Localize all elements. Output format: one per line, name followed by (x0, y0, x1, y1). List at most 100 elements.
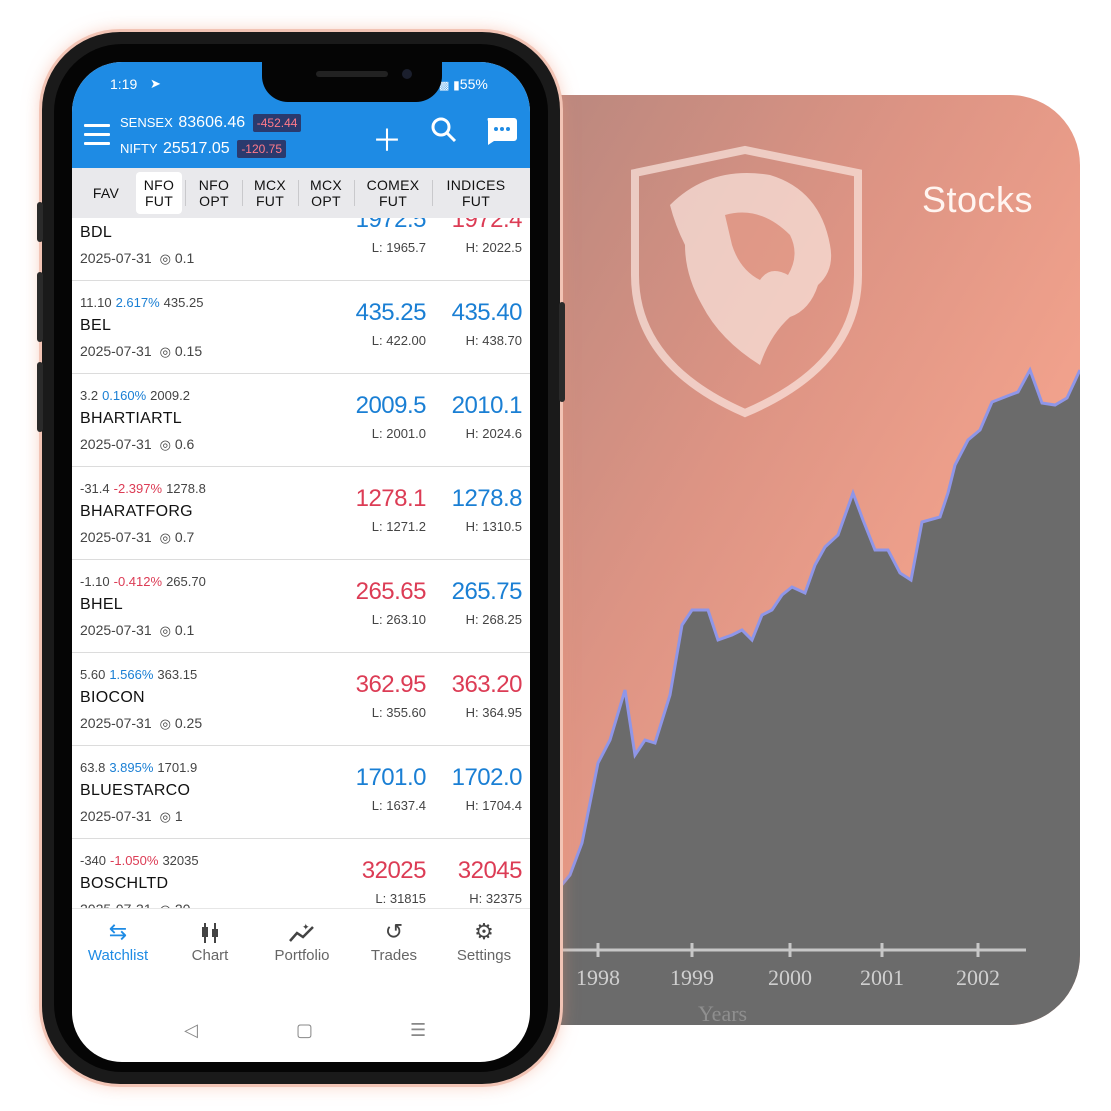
watchlist-row[interactable]: 5.60 1.566% 363.15 BIOCON 2025-07-31 ◎ 0.25 36… (72, 653, 530, 746)
row-bid-price: 1701.0 (355, 764, 427, 791)
row-lot: 0.25 (174, 715, 203, 731)
lion-shield-logo (631, 145, 862, 418)
row-high: H: 2022.5 (465, 240, 522, 255)
year-tick-label: 1999 (670, 965, 714, 990)
row-expiry-line: 2025-07-31 ◎ 0.15 (80, 343, 202, 360)
lot-size-icon: ◎ (159, 716, 171, 731)
row-high: H: 438.70 (465, 333, 522, 348)
tab-mcx-opt[interactable]: MCX OPT (300, 172, 352, 214)
phone-screen: 1:19 ➤ ▲▩ ▮55% SENSEX 83606.46 -452.44 N… (72, 62, 530, 1062)
search-icon[interactable] (430, 116, 458, 152)
nav-chart[interactable]: Chart (164, 917, 256, 964)
row-symbol: BHARATFORG (80, 503, 193, 520)
tab-nfo-opt[interactable]: NFO OPT (188, 172, 240, 214)
tab-fav[interactable]: FAV (78, 172, 134, 214)
row-bid-price: 32025 (361, 857, 427, 884)
row-expiry: 2025-07-31 (80, 715, 152, 731)
sensex-value: 83606.46 (178, 114, 246, 131)
row-prev-close: 32035 (162, 853, 199, 868)
phone-notch (262, 62, 442, 102)
nav-trades[interactable]: ↺ Trades (348, 917, 440, 964)
promo-area-chart: 1998 1999 2000 2001 2002 (558, 145, 1080, 1025)
row-percent: 2.617% (115, 295, 160, 310)
row-symbol: BLUESTARCO (80, 782, 191, 799)
nav-portfolio[interactable]: ✦ Portfolio (256, 917, 348, 964)
row-high: H: 268.25 (465, 612, 522, 627)
row-percent: -0.412% (113, 574, 163, 589)
row-change-line: -31.4 -2.397% 1278.8 (80, 481, 206, 496)
nav-settings[interactable]: ⚙ Settings (438, 917, 530, 964)
row-lot: 0.1 (174, 622, 195, 638)
row-change: -31.4 (80, 481, 110, 496)
nifty-label: NIFTY (120, 141, 158, 156)
row-change-line: 63.8 3.895% 1701.9 (80, 760, 197, 775)
back-icon[interactable]: ◁ (184, 1020, 198, 1041)
row-low: L: 422.00 (371, 333, 426, 348)
row-change: 11.10 (80, 295, 112, 310)
lot-size-icon: ◎ (159, 251, 171, 266)
year-tick-label: 1998 (576, 965, 620, 990)
tab-mcx-fut[interactable]: MCX FUT (244, 172, 296, 214)
row-expiry: 2025-07-31 (80, 250, 152, 266)
lot-size-icon: ◎ (159, 437, 171, 452)
row-ask-price: 2010.1 (451, 392, 523, 419)
watchlist-row[interactable]: -340-1.050%32035 BOSCHLTD 2025-07-31◎ 20 32… (72, 839, 530, 908)
row-expiry: 2025-07-31 (80, 436, 152, 452)
nifty-ticker[interactable]: NIFTY 25517.05 -120.75 (120, 140, 287, 158)
row-symbol: BOSCHLTD (80, 875, 169, 892)
row-prev-close: 2009.2 (150, 388, 190, 403)
system-navigation: ◁ ▢ ☰ (72, 1012, 530, 1052)
volume-down-button (37, 362, 43, 432)
watchlist-row[interactable]: 63.8 3.895% 1701.9 BLUESTARCO 2025-07-31 ◎ 1 1… (72, 746, 530, 839)
watchlist-row[interactable]: -31.4 -2.397% 1278.8 BHARATFORG 2025-07-31 ◎ … (72, 467, 530, 560)
home-icon[interactable]: ▢ (296, 1020, 313, 1041)
tab-comex-fut[interactable]: COMEX FUT (356, 172, 430, 214)
row-change-line: -340 -1.050% 32035 (80, 853, 199, 868)
recents-icon[interactable]: ☰ (410, 1020, 426, 1041)
tab-indices-fut[interactable]: INDICES FUT (434, 172, 518, 214)
swap-arrows-icon: ⇆ (108, 919, 128, 944)
svg-text:✦: ✦ (302, 922, 310, 932)
row-expiry-line: 2025-07-31 ◎ 0.1 (80, 250, 194, 267)
row-expiry: 2025-07-31 (80, 622, 152, 638)
row-lot: 20 (175, 901, 191, 908)
row-low: L: 2001.0 (371, 426, 426, 441)
row-high: H: 1310.5 (465, 519, 522, 534)
row-lot: 1 (174, 808, 183, 824)
row-ask-price: 32045 (457, 857, 523, 884)
nav-watchlist[interactable]: ⇆ Watchlist (72, 917, 164, 964)
volume-up-button (37, 272, 43, 342)
tab-nfo-fut[interactable]: NFO FUT (136, 172, 182, 214)
row-low: L: 1965.7 (371, 240, 426, 255)
promo-card: 1998 1999 2000 2001 2002 Stocks Years (470, 95, 1080, 1025)
watchlist-row[interactable]: -1.10 -0.412% 265.70 BHEL 2025-07-31 ◎ 0.1 265… (72, 560, 530, 653)
row-change: -340 (80, 853, 107, 868)
row-change: 5.60 (80, 667, 106, 682)
row-symbol: BEL (80, 317, 112, 334)
telegram-icon: ➤ (150, 76, 161, 91)
hamburger-menu-icon[interactable] (84, 124, 110, 145)
lot-size-icon: ◎ (159, 530, 171, 545)
row-percent: 0.160% (102, 388, 147, 403)
row-percent: -1.050% (110, 853, 159, 868)
bottom-navigation: ⇆ Watchlist Chart ✦ Portfolio ↺ Trades ⚙… (72, 908, 530, 978)
row-expiry-line: 2025-07-31 ◎ 0.25 (80, 715, 202, 732)
row-prev-close: 265.70 (166, 574, 206, 589)
sensex-ticker[interactable]: SENSEX 83606.46 -452.44 (120, 114, 302, 132)
row-expiry: 2025-07-31 (80, 808, 152, 824)
row-change: 63.8 (80, 760, 106, 775)
chat-icon[interactable] (484, 116, 518, 154)
plus-icon[interactable]: ＋ (372, 116, 402, 160)
row-prev-close: 1701.9 (157, 760, 198, 775)
watchlist-row[interactable]: 11.10 2.617% 435.25 BEL 2025-07-31 ◎ 0.15 435.… (72, 281, 530, 374)
row-change-line: -1.10 -0.412% 265.70 (80, 574, 206, 589)
row-expiry-line: 2025-07-31 ◎ 1 (80, 808, 183, 825)
row-high: H: 364.95 (465, 705, 522, 720)
trend-sparkle-icon: ✦ (256, 917, 348, 947)
watchlist-row[interactable]: BDL 2025-07-31 ◎ 0.1 1972.5 1972.4 L: 1965.7 H… (72, 218, 530, 281)
row-low: L: 1637.4 (371, 798, 426, 813)
watchlist-row[interactable]: 3.2 0.160% 2009.2 BHARTIARTL 2025-07-31 ◎ 0.6… (72, 374, 530, 467)
row-ask-price: 265.75 (451, 578, 523, 605)
candlestick-icon (164, 917, 256, 947)
row-change-line: 3.2 0.160% 2009.2 (80, 388, 190, 403)
